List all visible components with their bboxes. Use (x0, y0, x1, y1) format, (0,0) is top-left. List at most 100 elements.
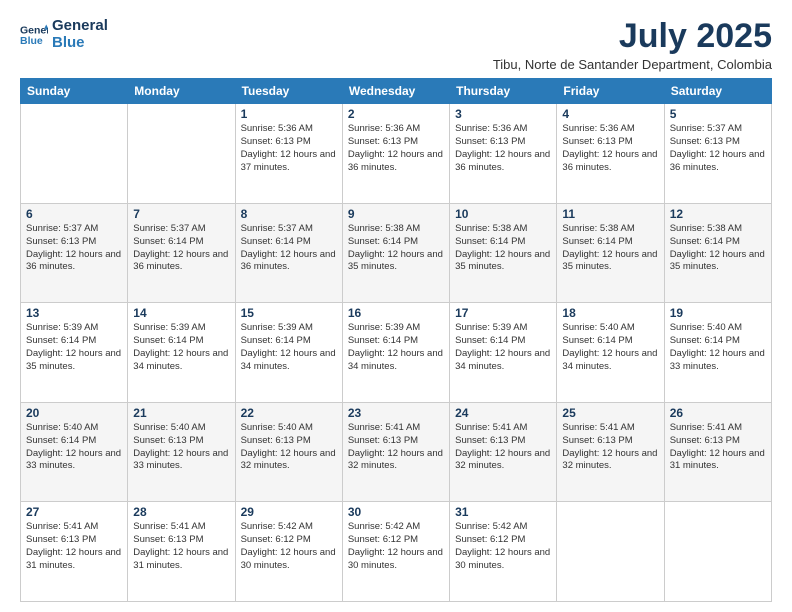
calendar-cell: 30 Sunrise: 5:42 AM Sunset: 6:12 PM Dayli… (342, 502, 449, 602)
day-info: Sunrise: 5:39 AM Sunset: 6:14 PM Dayligh… (348, 322, 444, 373)
day-number: 18 (562, 306, 658, 320)
day-number: 21 (133, 406, 229, 420)
day-number: 20 (26, 406, 122, 420)
day-number: 12 (670, 207, 766, 221)
day-info: Sunrise: 5:41 AM Sunset: 6:13 PM Dayligh… (133, 521, 229, 572)
header-friday: Friday (557, 79, 664, 104)
day-info: Sunrise: 5:36 AM Sunset: 6:13 PM Dayligh… (348, 123, 444, 174)
weekday-row: Sunday Monday Tuesday Wednesday Thursday… (21, 79, 772, 104)
day-number: 16 (348, 306, 444, 320)
subtitle: Tibu, Norte de Santander Department, Col… (493, 57, 772, 72)
calendar-cell: 6 Sunrise: 5:37 AM Sunset: 6:13 PM Daylig… (21, 203, 128, 303)
calendar-week-1: 1 Sunrise: 5:36 AM Sunset: 6:13 PM Daylig… (21, 104, 772, 204)
page: General Blue General Blue July 2025 Tibu… (0, 0, 792, 612)
calendar-week-5: 27 Sunrise: 5:41 AM Sunset: 6:13 PM Dayli… (21, 502, 772, 602)
calendar-cell (664, 502, 771, 602)
calendar-cell (21, 104, 128, 204)
day-info: Sunrise: 5:39 AM Sunset: 6:14 PM Dayligh… (133, 322, 229, 373)
day-number: 10 (455, 207, 551, 221)
calendar-cell: 13Sunrise: 5:39 AM Sunset: 6:14 PM Dayli… (21, 303, 128, 403)
day-info: Sunrise: 5:41 AM Sunset: 6:13 PM Dayligh… (670, 422, 766, 473)
calendar-cell: 15Sunrise: 5:39 AM Sunset: 6:14 PM Dayli… (235, 303, 342, 403)
day-number: 8 (241, 207, 337, 221)
day-number: 17 (455, 306, 551, 320)
day-number: 28 (133, 505, 229, 519)
calendar-week-2: 6 Sunrise: 5:37 AM Sunset: 6:13 PM Daylig… (21, 203, 772, 303)
header-saturday: Saturday (664, 79, 771, 104)
day-info: Sunrise: 5:38 AM Sunset: 6:14 PM Dayligh… (670, 223, 766, 274)
svg-text:Blue: Blue (20, 34, 43, 46)
day-number: 30 (348, 505, 444, 519)
day-number: 31 (455, 505, 551, 519)
calendar-cell: 26Sunrise: 5:41 AM Sunset: 6:13 PM Dayli… (664, 402, 771, 502)
day-info: Sunrise: 5:36 AM Sunset: 6:13 PM Dayligh… (562, 123, 658, 174)
calendar-cell (557, 502, 664, 602)
day-number: 7 (133, 207, 229, 221)
day-info: Sunrise: 5:42 AM Sunset: 6:12 PM Dayligh… (241, 521, 337, 572)
day-info: Sunrise: 5:38 AM Sunset: 6:14 PM Dayligh… (348, 223, 444, 274)
day-number: 14 (133, 306, 229, 320)
calendar-cell: 8Sunrise: 5:37 AM Sunset: 6:14 PM Daylig… (235, 203, 342, 303)
day-info: Sunrise: 5:38 AM Sunset: 6:14 PM Dayligh… (455, 223, 551, 274)
calendar-cell: 25Sunrise: 5:41 AM Sunset: 6:13 PM Dayli… (557, 402, 664, 502)
header-tuesday: Tuesday (235, 79, 342, 104)
day-info: Sunrise: 5:37 AM Sunset: 6:14 PM Dayligh… (133, 223, 229, 274)
calendar-cell: 18 Sunrise: 5:40 AM Sunset: 6:14 PM Dayli… (557, 303, 664, 403)
title-block: July 2025 Tibu, Norte de Santander Depar… (493, 18, 772, 72)
day-info: Sunrise: 5:40 AM Sunset: 6:14 PM Dayligh… (670, 322, 766, 373)
calendar-cell: 19 Sunrise: 5:40 AM Sunset: 6:14 PM Dayli… (664, 303, 771, 403)
calendar-cell: 22Sunrise: 5:40 AM Sunset: 6:13 PM Dayli… (235, 402, 342, 502)
calendar-cell: 1Sunrise: 5:36 AM Sunset: 6:13 PM Daylig… (235, 104, 342, 204)
calendar-cell: 29 Sunrise: 5:42 AM Sunset: 6:12 PM Dayli… (235, 502, 342, 602)
header-thursday: Thursday (450, 79, 557, 104)
day-info: Sunrise: 5:36 AM Sunset: 6:13 PM Dayligh… (455, 123, 551, 174)
day-info: Sunrise: 5:40 AM Sunset: 6:14 PM Dayligh… (26, 422, 122, 473)
calendar-body: 1 Sunrise: 5:36 AM Sunset: 6:13 PM Daylig… (21, 104, 772, 602)
day-info: Sunrise: 5:40 AM Sunset: 6:14 PM Dayligh… (562, 322, 658, 373)
calendar-cell: 4 Sunrise: 5:36 AM Sunset: 6:13 PM Daylig… (557, 104, 664, 204)
day-number: 6 (26, 207, 122, 221)
day-number: 23 (348, 406, 444, 420)
header-wednesday: Wednesday (342, 79, 449, 104)
day-info: Sunrise: 5:37 AM Sunset: 6:13 PM Dayligh… (670, 123, 766, 174)
day-number: 2 (348, 107, 444, 121)
day-number: 3 (455, 107, 551, 121)
header-sunday: Sunday (21, 79, 128, 104)
logo: General Blue General Blue (20, 18, 108, 51)
day-info: Sunrise: 5:39 AM Sunset: 6:14 PM Dayligh… (241, 322, 337, 373)
calendar-cell: 11 Sunrise: 5:38 AM Sunset: 6:14 PM Dayli… (557, 203, 664, 303)
calendar-cell: 2 Sunrise: 5:36 AM Sunset: 6:13 PM Daylig… (342, 104, 449, 204)
calendar-cell: 3 Sunrise: 5:36 AM Sunset: 6:13 PM Daylig… (450, 104, 557, 204)
day-number: 11 (562, 207, 658, 221)
calendar-cell: 23 Sunrise: 5:41 AM Sunset: 6:13 PM Dayli… (342, 402, 449, 502)
day-info: Sunrise: 5:42 AM Sunset: 6:12 PM Dayligh… (455, 521, 551, 572)
day-number: 19 (670, 306, 766, 320)
calendar-cell: 20 Sunrise: 5:40 AM Sunset: 6:14 PM Dayli… (21, 402, 128, 502)
calendar-cell: 5 Sunrise: 5:37 AM Sunset: 6:13 PM Daylig… (664, 104, 771, 204)
day-number: 27 (26, 505, 122, 519)
calendar-cell: 21 Sunrise: 5:40 AM Sunset: 6:13 PM Dayli… (128, 402, 235, 502)
day-number: 4 (562, 107, 658, 121)
logo-blue: Blue (52, 35, 108, 52)
calendar-cell: 10 Sunrise: 5:38 AM Sunset: 6:14 PM Dayli… (450, 203, 557, 303)
day-info: Sunrise: 5:41 AM Sunset: 6:13 PM Dayligh… (26, 521, 122, 572)
calendar-week-3: 13 Sunrise: 5:39 AM Sunset: 6:14 PM Dayli… (21, 303, 772, 403)
day-number: 29 (241, 505, 337, 519)
day-number: 1 (241, 107, 337, 121)
day-number: 22 (241, 406, 337, 420)
day-number: 5 (670, 107, 766, 121)
calendar-cell: 27 Sunrise: 5:41 AM Sunset: 6:13 PM Dayli… (21, 502, 128, 602)
day-number: 25 (562, 406, 658, 420)
main-title: July 2025 (493, 18, 772, 55)
day-number: 24 (455, 406, 551, 420)
day-info: Sunrise: 5:41 AM Sunset: 6:13 PM Dayligh… (348, 422, 444, 473)
day-info: Sunrise: 5:38 AM Sunset: 6:14 PM Dayligh… (562, 223, 658, 274)
day-info: Sunrise: 5:40 AM Sunset: 6:13 PM Dayligh… (133, 422, 229, 473)
day-number: 13 (26, 306, 122, 320)
calendar-cell: 17Sunrise: 5:39 AM Sunset: 6:14 PM Dayli… (450, 303, 557, 403)
calendar-cell: 24 Sunrise: 5:41 AM Sunset: 6:13 PM Dayli… (450, 402, 557, 502)
day-number: 9 (348, 207, 444, 221)
day-info: Sunrise: 5:42 AM Sunset: 6:12 PM Dayligh… (348, 521, 444, 572)
day-info: Sunrise: 5:41 AM Sunset: 6:13 PM Dayligh… (455, 422, 551, 473)
day-info: Sunrise: 5:37 AM Sunset: 6:13 PM Dayligh… (26, 223, 122, 274)
